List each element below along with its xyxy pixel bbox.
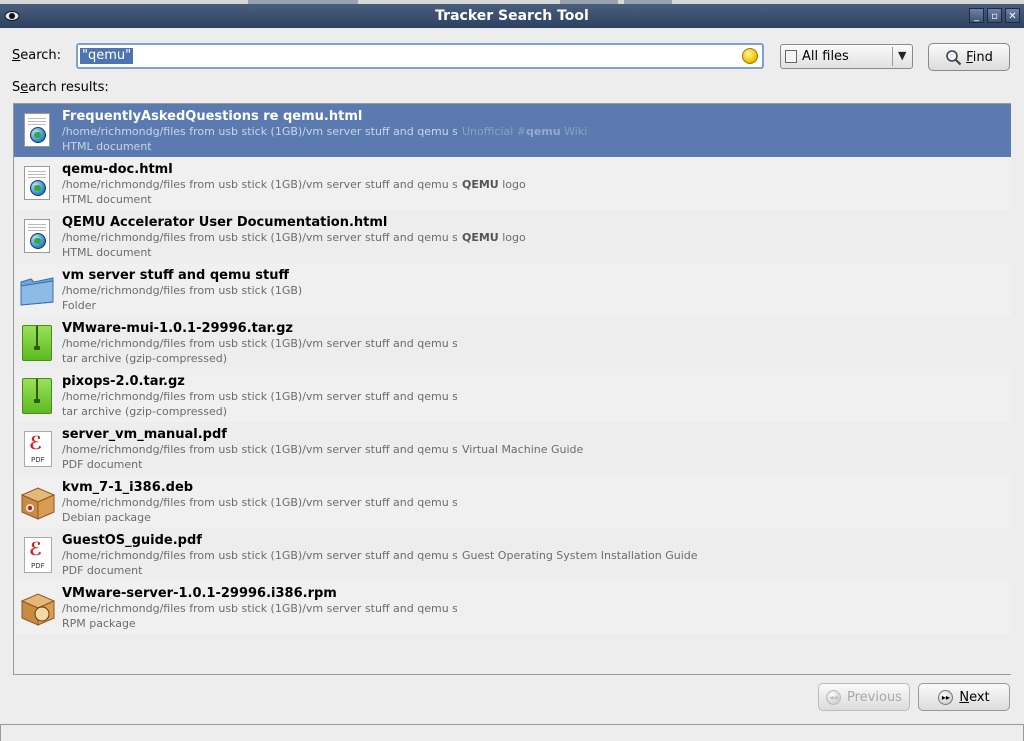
magnifier-icon (946, 49, 962, 65)
html-icon (20, 166, 54, 204)
file-type-filter-value: All files (802, 49, 849, 64)
result-snippet: Guest Operating System Installation Guid… (462, 549, 698, 562)
result-snippet: QEMU logo (462, 178, 526, 191)
status-bar (0, 724, 1024, 741)
results-list[interactable]: FrequentlyAskedQuestions re qemu.html /h… (13, 103, 1011, 675)
result-row[interactable]: VMware-mui-1.0.1-29996.tar.gz /home/rich… (14, 316, 1011, 369)
minimize-icon[interactable]: _ (969, 8, 984, 23)
app-eye-icon[interactable] (4, 8, 20, 24)
pdf-icon: ℰ PDF (20, 431, 54, 469)
rpm-package-icon (20, 590, 56, 628)
file-type-filter[interactable]: All files ▼ (780, 44, 913, 69)
maximize-icon[interactable]: ▫ (987, 8, 1002, 23)
title-bar[interactable]: Tracker Search Tool _ ▫ ✕ (0, 4, 1024, 28)
search-results-label: Search results: (12, 80, 109, 95)
close-icon[interactable]: ✕ (1005, 8, 1020, 23)
result-row[interactable]: qemu-doc.html /home/richmondg/files from… (14, 157, 1011, 210)
result-row[interactable]: ℰ PDF GuestOS_guide.pdf /home/richmondg/f… (14, 528, 1011, 581)
html-icon (20, 219, 54, 257)
archive-icon (20, 378, 54, 416)
previous-button[interactable]: ◂◂ Previous (818, 683, 910, 711)
find-button[interactable]: Find (928, 43, 1010, 71)
result-row[interactable]: QEMU Accelerator User Documentation.html… (14, 210, 1011, 263)
result-row[interactable]: vm server stuff and qemu stuff /home/ric… (14, 263, 1011, 316)
result-row[interactable]: ℰ PDF server_vm_manual.pdf /home/richmond… (14, 422, 1011, 475)
result-row[interactable]: VMware-server-1.0.1-29996.i386.rpm /home… (14, 581, 1011, 634)
result-snippet: Unofficial #qemu Wiki (462, 125, 588, 138)
html-icon (20, 113, 54, 151)
result-snippet: QEMU logo (462, 231, 526, 244)
file-filter-icon (785, 50, 797, 63)
result-snippet: Virtual Machine Guide (462, 443, 584, 456)
window-title: Tracker Search Tool (435, 8, 589, 24)
result-row[interactable]: FrequentlyAskedQuestions re qemu.html /h… (14, 104, 1011, 157)
result-row[interactable]: kvm_7-1_i386.deb /home/richmondg/files f… (14, 475, 1011, 528)
search-label: Search: (12, 48, 62, 63)
chevron-down-icon[interactable]: ▼ (898, 49, 906, 62)
archive-icon (20, 325, 54, 363)
next-button[interactable]: ▸▸ Next (918, 683, 1010, 711)
clear-search-icon[interactable] (742, 48, 758, 64)
next-arrow-icon: ▸▸ (938, 689, 954, 705)
result-row[interactable]: pixops-2.0.tar.gz /home/richmondg/files … (14, 369, 1011, 422)
folder-icon (20, 272, 54, 310)
find-button-label: Find (966, 49, 993, 65)
previous-button-label: Previous (847, 689, 902, 705)
search-input-box[interactable]: "qemu" (76, 43, 764, 69)
previous-arrow-icon: ◂◂ (826, 689, 842, 705)
pdf-icon: ℰ PDF (20, 537, 54, 575)
next-button-label: Next (959, 689, 990, 705)
deb-package-icon (20, 484, 56, 522)
